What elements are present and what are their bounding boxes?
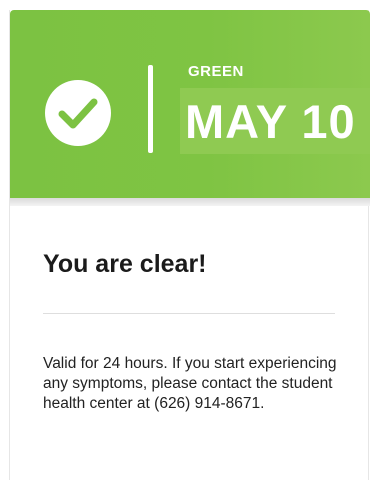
section-divider — [43, 313, 335, 314]
banner-divider — [148, 65, 153, 153]
checkmark-icon — [58, 98, 98, 129]
banner-shadow — [10, 198, 370, 206]
clearance-message: Valid for 24 hours. If you start experie… — [43, 355, 337, 412]
clearance-headline: You are clear! — [43, 250, 207, 278]
status-banner: GREEN MAY 10 — [10, 10, 370, 198]
status-card: GREEN MAY 10 You are clear! Valid for 24… — [9, 10, 370, 480]
status-date: MAY 10 — [185, 95, 356, 148]
check-circle-icon — [45, 80, 111, 146]
status-label: GREEN — [188, 63, 244, 80]
